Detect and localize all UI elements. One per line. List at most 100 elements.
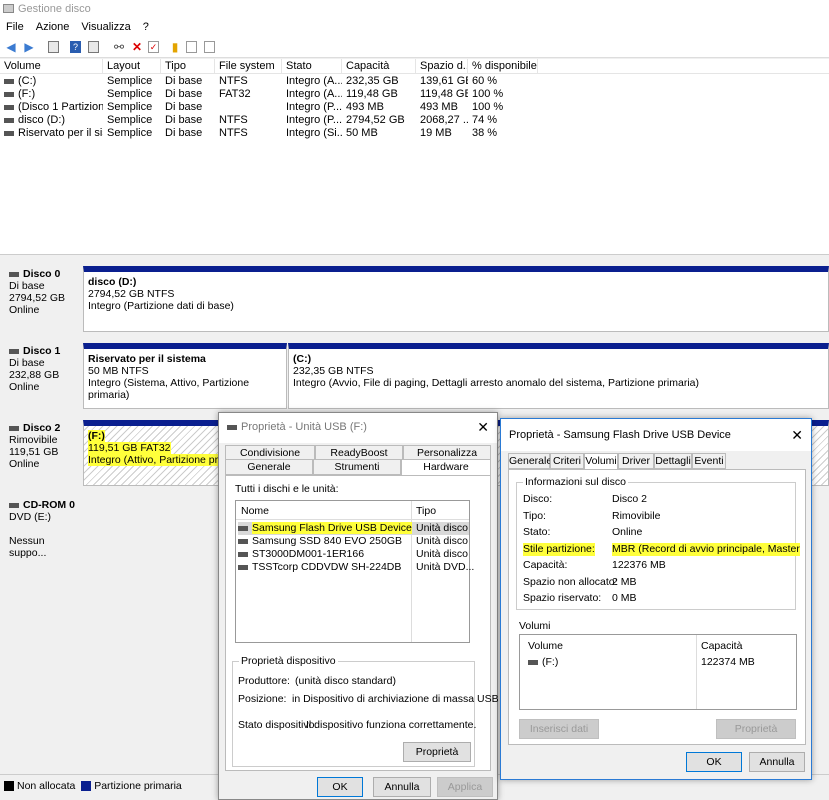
volume-properties-button[interactable]: Proprietà (716, 719, 796, 739)
connect-icon[interactable]: ⚯ (112, 40, 126, 54)
tab-strumenti[interactable]: Strumenti (313, 459, 401, 475)
disk-label[interactable]: CD-ROM 0 DVD (E:) Nessun suppo... (2, 495, 80, 565)
help-icon[interactable]: ? (70, 41, 81, 53)
volume-cell: Semplice (107, 114, 153, 126)
populate-button[interactable]: Inserisci dati (519, 719, 599, 739)
volume-cell: 2794,52 GB (346, 114, 405, 126)
volume-cell: Semplice (107, 88, 153, 100)
volume-cell: 19 MB (420, 127, 452, 139)
device-row[interactable]: TSSTcorp CDDVDW SH-224DB Unità DVD... (238, 561, 474, 574)
volume-cell: (C:) (0, 75, 103, 88)
all-disks-label: Tutti i dischi e le unità: (235, 483, 339, 495)
col-disponibile[interactable]: % disponibile (468, 59, 538, 74)
properties-icon[interactable] (48, 41, 59, 53)
drive-icon (528, 659, 538, 665)
tab-eventi[interactable]: Eventi (692, 453, 726, 469)
volume-cell: 60 % (472, 75, 498, 87)
volume-cell: Integro (Si... (286, 127, 342, 139)
menu-visualizza[interactable]: Visualizza (75, 18, 136, 36)
device-row[interactable]: Samsung Flash Drive USB Device Unità disc… (238, 522, 469, 535)
col-tipo[interactable]: Tipo (161, 59, 215, 74)
check-icon[interactable]: ✓ (148, 41, 159, 53)
volume-capacity: 122374 MB (701, 656, 755, 668)
volume-cell: Semplice (107, 75, 153, 87)
field-value: 2 MB (612, 575, 637, 588)
close-icon[interactable]: ✕ (791, 419, 803, 451)
volume-cell: Di base (165, 101, 203, 113)
volume-cell: 74 % (472, 114, 498, 126)
field-label: Tipo: (523, 509, 546, 522)
dialog-title-bar: Proprietà - Samsung Flash Drive USB Devi… (501, 419, 811, 451)
device-properties-dialog: Proprietà - Samsung Flash Drive USB Devi… (500, 418, 812, 780)
drive-icon (4, 104, 14, 110)
tab-dettagli[interactable]: Dettagli (654, 453, 692, 469)
volume-row[interactable]: (C:) Semplice Di base NTFS Integro (A... 232,… (0, 75, 829, 88)
disk-label[interactable]: Disco 2 Rimovibile 119,51 GB Online (2, 418, 80, 488)
volume-cell: Di base (165, 75, 203, 87)
menu-help[interactable]: ? (137, 18, 155, 36)
volume-cell: NTFS (219, 127, 248, 139)
field-value: Disco 2 (612, 493, 648, 505)
col-spazio[interactable]: Spazio d... (416, 59, 468, 74)
device-row[interactable]: ST3000DM001-1ER166 Unità disco (238, 548, 469, 561)
delete-icon[interactable]: ✕ (130, 40, 144, 54)
volume-row[interactable]: Riservato per il sist... Semplice Di base N… (0, 127, 829, 140)
help-topic-icon[interactable] (88, 41, 99, 53)
rescan-icon[interactable]: ▮ (168, 40, 182, 54)
list-icon[interactable] (204, 41, 215, 53)
col-stato[interactable]: Stato (282, 59, 342, 74)
tab-row: Generale Criteri Volumi Driver Dettagli … (508, 453, 806, 471)
ok-button[interactable]: OK (686, 752, 742, 772)
col-capacita[interactable]: Capacità (701, 640, 742, 653)
disk-icon (238, 538, 248, 544)
volume-cell: Integro (A... (286, 88, 342, 100)
disk-label[interactable]: Disco 0 Di base 2794,52 GB Online (2, 264, 80, 334)
hardware-panel: Tutti i dischi e le unità: Nome Tipo Sam… (225, 475, 499, 771)
tab-criteri[interactable]: Criteri (550, 453, 584, 469)
partition[interactable]: disco (D:) 2794,52 GB NTFS Integro (Part… (83, 266, 829, 332)
back-icon[interactable]: ◀ (4, 40, 18, 54)
field-label: Spazio riservato: (523, 592, 602, 604)
window-title: Gestione disco (18, 3, 91, 15)
volume-cell: NTFS (219, 75, 248, 87)
menu-azione[interactable]: Azione (30, 18, 76, 36)
device-row[interactable]: Samsung SSD 840 EVO 250GB Unità disco (238, 535, 469, 548)
cancel-button[interactable]: Annulla (373, 777, 431, 797)
volume-row[interactable]: disco (D:) Semplice Di base NTFS Integro (P.… (0, 114, 829, 127)
partition[interactable]: Riservato per il sistema 50 MB NTFS Inte… (83, 343, 287, 409)
forward-icon[interactable]: ▶ (22, 40, 36, 54)
tab-driver[interactable]: Driver (618, 453, 654, 469)
col-capacita[interactable]: Capacità (342, 59, 416, 74)
cancel-button[interactable]: Annulla (749, 752, 805, 772)
menu-file[interactable]: File (0, 18, 30, 36)
volume-cell: Integro (P... (286, 114, 342, 126)
new-icon[interactable] (186, 41, 197, 53)
usb-drive-icon (227, 424, 237, 430)
tab-generale[interactable]: Generale (225, 459, 313, 475)
disk-label[interactable]: Disco 1 Di base 232,88 GB Online (2, 341, 80, 411)
cdrom-icon (9, 502, 19, 508)
ok-button[interactable]: OK (317, 777, 363, 797)
volume-cell: Integro (P... (286, 101, 342, 113)
field-label: Disco: (523, 493, 553, 505)
tab-generale[interactable]: Generale (508, 453, 552, 469)
volume-row[interactable]: (F:) (528, 656, 558, 669)
volume-cell: 100 % (472, 88, 504, 100)
device-properties-button[interactable]: Proprietà (403, 742, 471, 762)
volume-row[interactable]: (Disco 1 Partizione... Semplice Di base Int… (0, 101, 829, 114)
apply-button[interactable]: Applica (437, 777, 493, 797)
col-volume[interactable]: Volume (0, 59, 103, 74)
volumes-list: Volume Capacità (F:) 122374 MB (519, 634, 797, 710)
partition[interactable]: (C:) 232,35 GB NTFS Integro (Avvio, File… (288, 343, 829, 409)
field-label: Capacità: (523, 559, 568, 571)
close-icon[interactable]: ✕ (477, 413, 489, 441)
disk-icon (238, 525, 248, 531)
col-nome[interactable]: Nome (241, 505, 269, 518)
volume-row[interactable]: (F:) Semplice Di base FAT32 Integro (A... 119… (0, 88, 829, 101)
toolbar: ◀ ▶ ? ⚯ ✕ ✓ ▮ (0, 36, 829, 58)
col-layout[interactable]: Layout (103, 59, 161, 74)
col-volume[interactable]: Volume (528, 640, 563, 653)
col-filesystem[interactable]: File system (215, 59, 282, 74)
col-tipo[interactable]: Tipo (416, 505, 436, 518)
field-value: 0 MB (612, 592, 637, 604)
